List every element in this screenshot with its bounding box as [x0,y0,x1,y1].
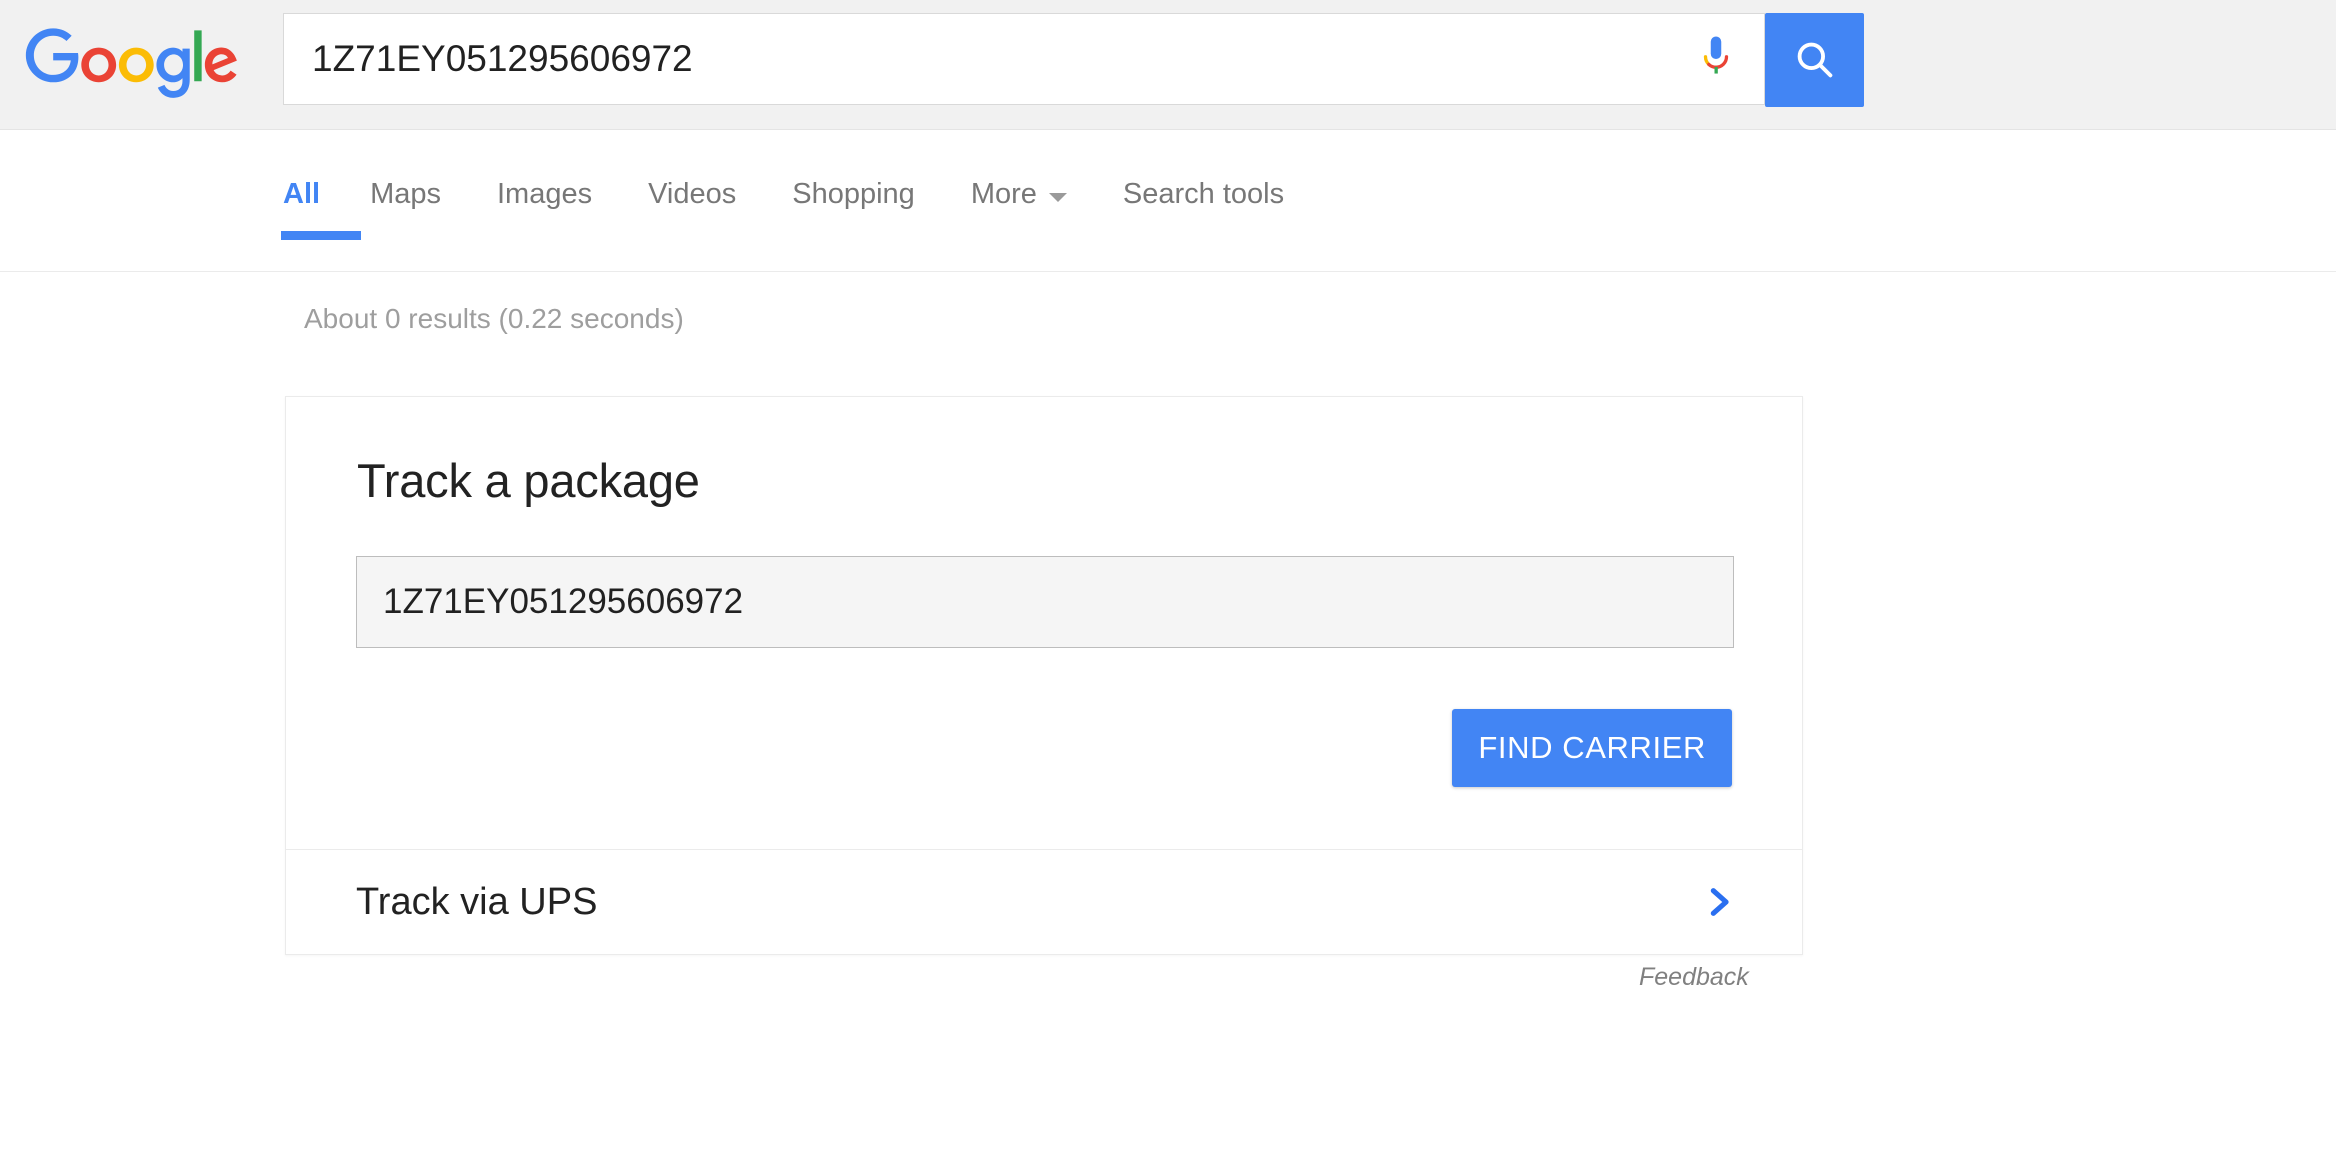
track-package-card-body: Track a package FIND CARRIER [286,397,1802,849]
search-input[interactable] [284,14,1668,104]
tracking-number-input[interactable] [357,557,1733,647]
tab-more[interactable]: More [971,178,1067,221]
tab-videos-label: Videos [648,178,737,210]
search-header [0,0,2336,130]
page-title: Track a package [357,454,700,507]
tab-all-label: All [283,178,321,210]
nav-tabs: All Maps Images Videos Shopping More Sea… [281,130,1340,271]
chevron-down-icon [1048,193,1067,202]
track-package-card: Track a package FIND CARRIER Track via U… [285,396,1803,955]
search-nav-bar: All Maps Images Videos Shopping More Sea… [0,130,2336,272]
tab-maps[interactable]: Maps [370,178,441,221]
track-via-carrier-row[interactable]: Track via UPS [286,849,1802,954]
tab-all[interactable]: All [281,178,361,240]
tab-maps-label: Maps [370,178,441,210]
tab-images-label: Images [496,178,593,210]
feedback-link[interactable]: Feedback [1639,963,1749,992]
chevron-right-glyph [1710,888,1729,916]
microphone-icon [1703,36,1729,74]
magnifier-icon [1797,42,1832,78]
tab-images[interactable]: Images [497,178,592,221]
search-tools-button[interactable]: Search tools [1123,178,1284,221]
tab-shopping-label: Shopping [792,178,915,210]
chevron-right-icon[interactable] [1702,885,1736,919]
google-logo[interactable] [22,28,242,100]
voice-search-button[interactable] [1668,14,1764,104]
result-stats: About 0 results (0.22 seconds) [304,303,684,334]
search-submit-button[interactable] [1765,13,1864,107]
search-box[interactable] [283,13,1864,107]
tracking-number-field[interactable] [356,556,1734,648]
google-logo-icon [25,28,237,98]
track-via-carrier-label: Track via UPS [356,880,598,923]
search-tools-label: Search tools [1122,178,1285,210]
find-carrier-button[interactable]: FIND CARRIER [1452,709,1732,787]
tab-more-label: More [970,178,1037,210]
tab-videos[interactable]: Videos [648,178,736,221]
tab-shopping[interactable]: Shopping [792,178,915,221]
active-tab-underline [281,231,361,240]
